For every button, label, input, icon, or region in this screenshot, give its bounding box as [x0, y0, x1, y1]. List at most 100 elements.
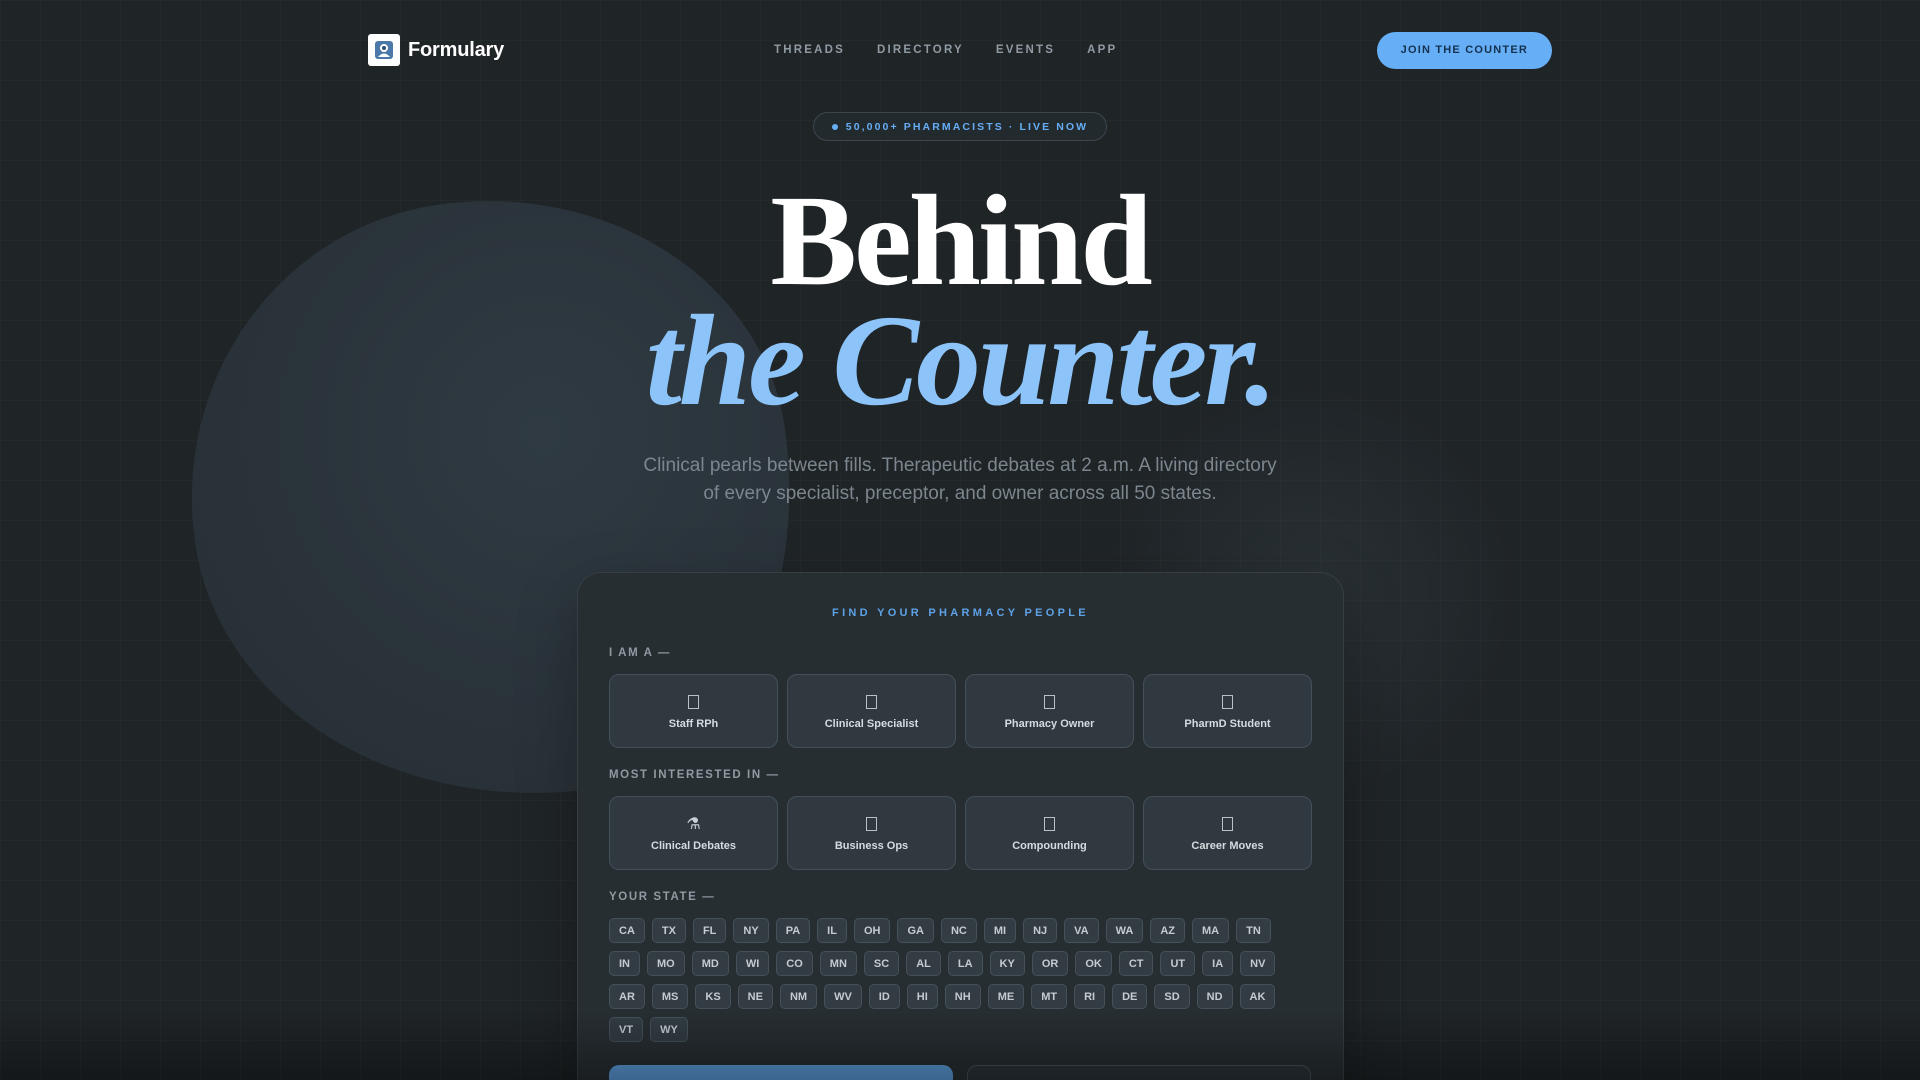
state-chip[interactable]: TN [1236, 918, 1271, 943]
state-row: AR MS KS NE NM WV ID HI NH ME MT RI DE SD ND AK [609, 984, 1319, 1009]
interest-option-business-ops[interactable]: Business Ops [787, 796, 956, 870]
state-row: VT WY [609, 1017, 1319, 1042]
state-chip[interactable]: RI [1074, 984, 1106, 1009]
box-glyph-icon [1219, 815, 1237, 833]
hero-title-line-2: the Counter. [645, 289, 1278, 433]
nav-link-directory[interactable]: DIRECTORY [877, 44, 964, 56]
state-chip[interactable]: CT [1118, 951, 1154, 976]
state-chip[interactable]: SD [1154, 984, 1190, 1009]
state-chip[interactable]: AL [906, 951, 941, 976]
role-option-label: PharmD Student [1184, 717, 1271, 730]
state-chip[interactable]: HI [906, 984, 938, 1009]
interest-option-clinical-debates[interactable]: ⚗ Clinical Debates [609, 796, 778, 870]
role-section-label: I AM A — [609, 647, 671, 659]
state-chip[interactable]: WY [650, 1017, 688, 1042]
state-chip[interactable]: WI [735, 951, 770, 976]
state-section-label: YOUR STATE — [609, 891, 716, 903]
nav-links: THREADS DIRECTORY EVENTS APP [774, 44, 1117, 56]
brand-name: Formulary [408, 38, 505, 61]
state-chip[interactable]: WA [1105, 918, 1144, 943]
interest-section-label: MOST INTERESTED IN — [609, 769, 780, 781]
state-chip[interactable]: MO [647, 951, 685, 976]
box-glyph-icon [685, 693, 703, 711]
state-chip[interactable]: IN [609, 951, 640, 976]
box-glyph-icon [863, 815, 881, 833]
hero-title-line-1: Behind [770, 169, 1152, 313]
state-chip[interactable]: AR [609, 984, 645, 1009]
state-chip[interactable]: CO [776, 951, 813, 976]
state-chip[interactable]: VA [1064, 918, 1099, 943]
role-option-pharmacy-owner[interactable]: Pharmacy Owner [965, 674, 1134, 748]
state-chip[interactable]: SC [863, 951, 900, 976]
state-chip[interactable]: NH [944, 984, 981, 1009]
state-chip[interactable]: ND [1196, 984, 1233, 1009]
state-chip[interactable]: NE [737, 984, 773, 1009]
box-glyph-icon [1219, 693, 1237, 711]
nav-link-app[interactable]: APP [1087, 44, 1117, 56]
brand-link[interactable]: Formulary [368, 34, 504, 66]
state-chip[interactable]: OR [1031, 951, 1069, 976]
state-chip[interactable]: VT [609, 1017, 644, 1042]
state-chip[interactable]: MI [983, 918, 1017, 943]
live-status-text: 50,000+ PHARMACISTS · LIVE NOW [845, 120, 1089, 133]
role-option-staff-rph[interactable]: Staff RPh [609, 674, 778, 748]
box-glyph-icon [1041, 815, 1059, 833]
state-chip[interactable]: WV [824, 984, 862, 1009]
state-chip[interactable]: MT [1031, 984, 1068, 1009]
interest-option-compounding[interactable]: Compounding [965, 796, 1134, 870]
box-glyph-icon [1041, 693, 1059, 711]
state-row: CA TX FL NY PA IL OH GA NC MI NJ VA WA AZ MA TN [609, 918, 1319, 943]
state-chip[interactable]: NC [940, 918, 977, 943]
nav-link-events[interactable]: EVENTS [996, 44, 1055, 56]
nav-link-threads[interactable]: THREADS [774, 44, 845, 56]
role-option-clinical-specialist[interactable]: Clinical Specialist [787, 674, 956, 748]
interest-option-career-moves[interactable]: Career Moves [1143, 796, 1312, 870]
state-chip[interactable]: MS [651, 984, 689, 1009]
live-dot-icon [831, 123, 838, 130]
state-chip[interactable]: DE [1112, 984, 1148, 1009]
role-option-label: Clinical Specialist [824, 717, 919, 730]
state-chip[interactable]: NV [1240, 951, 1276, 976]
state-chip[interactable]: ME [987, 984, 1025, 1009]
state-chip[interactable]: NY [733, 918, 769, 943]
state-chip[interactable]: MA [1192, 918, 1230, 943]
state-chip[interactable]: AK [1239, 984, 1276, 1009]
hero-subtitle: Clinical pearls between fills. Therapeut… [620, 452, 1300, 508]
state-chip[interactable]: OH [853, 918, 891, 943]
state-chip[interactable]: NM [779, 984, 818, 1009]
join-button[interactable]: JOIN THE COUNTER [1376, 31, 1552, 69]
state-chip[interactable]: UT [1160, 951, 1196, 976]
state-chip[interactable]: ID [868, 984, 900, 1009]
secondary-action-button[interactable] [967, 1065, 1311, 1080]
state-chip[interactable]: TX [651, 918, 686, 943]
state-chip[interactable]: IL [817, 918, 847, 943]
state-chip[interactable]: FL [692, 918, 727, 943]
role-option-label: Staff RPh [668, 717, 719, 730]
state-options: CA TX FL NY PA IL OH GA NC MI NJ VA WA AZ MA TN IN MO MD WI… [609, 918, 1319, 1050]
state-chip[interactable]: CA [609, 918, 645, 943]
state-chip[interactable]: GA [897, 918, 934, 943]
state-chip[interactable]: NJ [1023, 918, 1058, 943]
interest-options: ⚗ Clinical Debates Business Ops Compound… [609, 796, 1312, 870]
state-chip[interactable]: OK [1075, 951, 1112, 976]
box-glyph-icon [863, 693, 881, 711]
flask-icon: ⚗ [686, 815, 701, 833]
role-option-label: Pharmacy Owner [1004, 717, 1095, 730]
interest-option-label: Compounding [1012, 839, 1087, 852]
primary-action-button[interactable] [609, 1065, 953, 1080]
interest-option-label: Career Moves [1191, 839, 1264, 852]
interest-option-label: Business Ops [834, 839, 909, 852]
live-status-pill: 50,000+ PHARMACISTS · LIVE NOW [813, 112, 1107, 141]
state-chip[interactable]: KS [695, 984, 731, 1009]
hero-subtitle-line-2: of every specialist, preceptor, and owne… [703, 483, 1217, 504]
role-option-pharmd-student[interactable]: PharmD Student [1143, 674, 1312, 748]
top-nav: Formulary THREADS DIRECTORY EVENTS APP J… [368, 31, 1552, 69]
state-chip[interactable]: MD [691, 951, 729, 976]
state-chip[interactable]: PA [775, 918, 811, 943]
state-chip[interactable]: LA [947, 951, 983, 976]
finder-kicker: FIND YOUR PHARMACY PEOPLE [832, 607, 1089, 619]
state-chip[interactable]: IA [1202, 951, 1234, 976]
state-chip[interactable]: MN [819, 951, 857, 976]
state-chip[interactable]: AZ [1150, 918, 1185, 943]
state-chip[interactable]: KY [989, 951, 1025, 976]
